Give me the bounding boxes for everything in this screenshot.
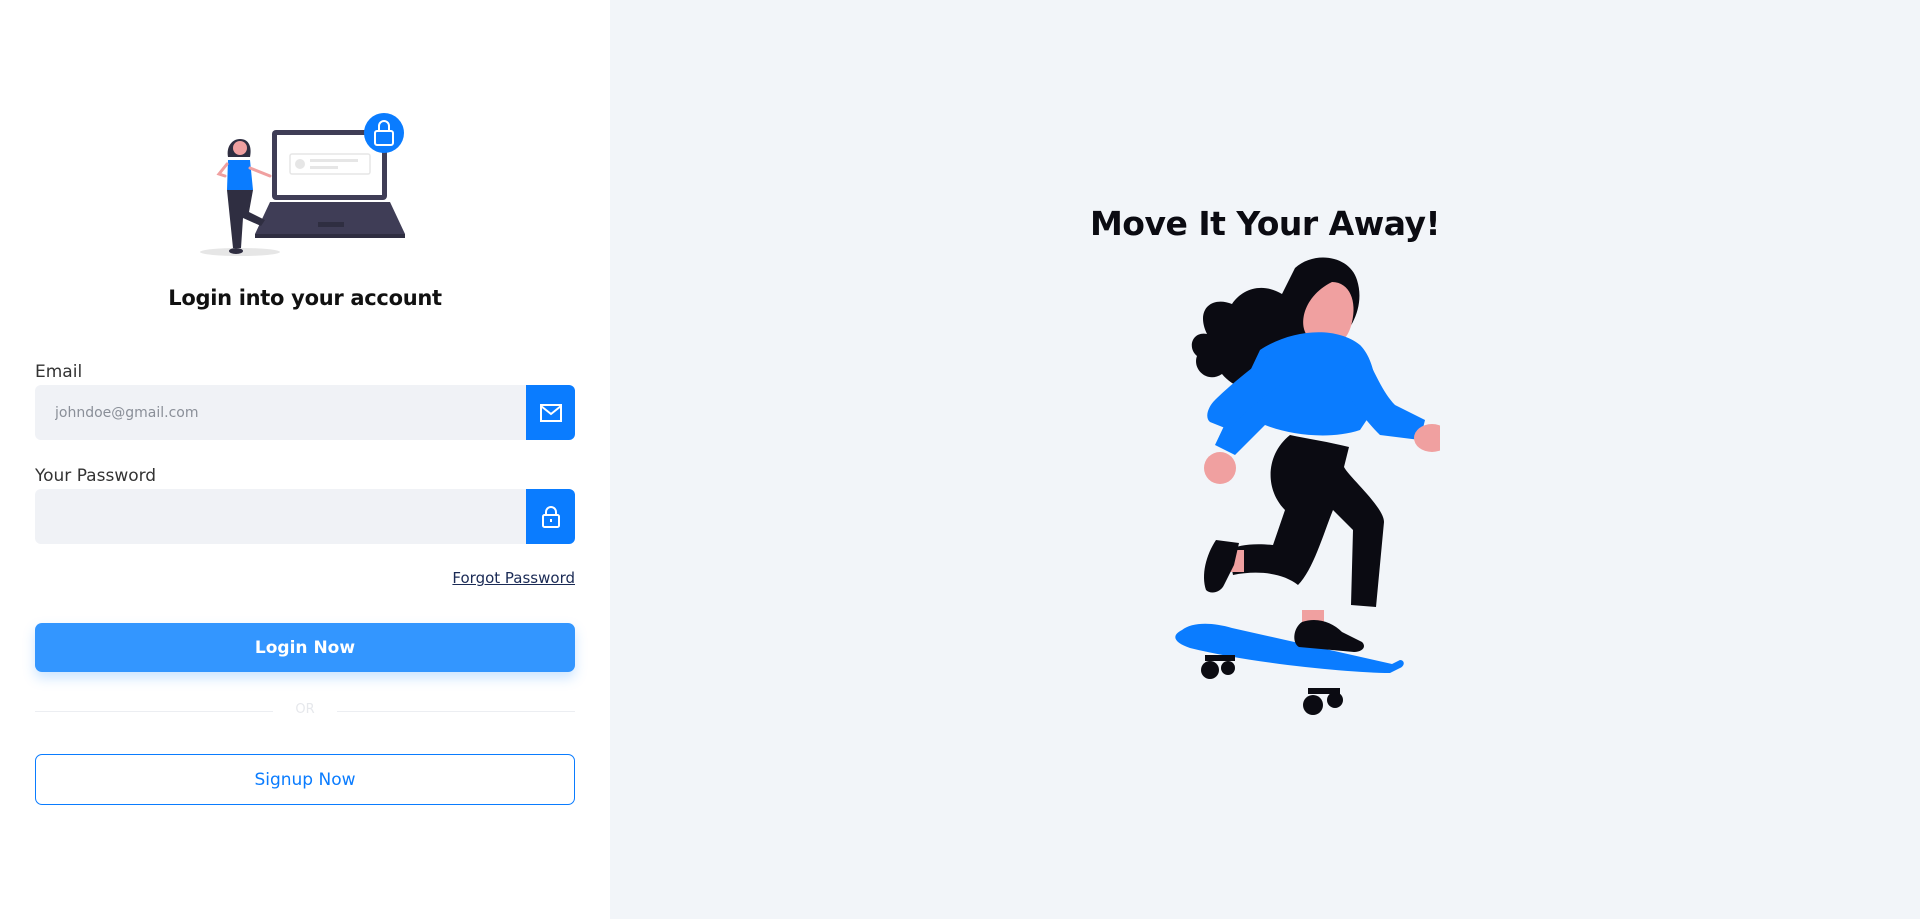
laptop-security-illustration bbox=[200, 113, 405, 256]
hero-panel: Move It Your Away! bbox=[610, 0, 1920, 919]
divider-text: OR bbox=[295, 702, 315, 717]
password-input[interactable] bbox=[35, 489, 526, 544]
divider-line-right bbox=[337, 711, 575, 712]
lock-icon bbox=[526, 489, 575, 544]
password-field-group bbox=[35, 489, 575, 544]
login-panel: Login into your account Email Your Passw… bbox=[0, 0, 610, 919]
email-label: Email bbox=[35, 362, 83, 382]
password-label: Your Password bbox=[35, 466, 157, 486]
or-divider: OR bbox=[35, 702, 575, 722]
forgot-password-link[interactable]: Forgot Password bbox=[452, 569, 575, 587]
login-title: Login into your account bbox=[168, 286, 442, 310]
envelope-icon bbox=[526, 385, 575, 440]
email-field-group bbox=[35, 385, 575, 440]
skateboarder-illustration bbox=[1175, 257, 1440, 715]
email-input[interactable] bbox=[35, 385, 526, 440]
hero-title: Move It Your Away! bbox=[1089, 204, 1441, 243]
login-page: Login into your account Email Your Passw… bbox=[0, 0, 1920, 919]
login-button[interactable]: Login Now bbox=[35, 623, 575, 672]
signup-button[interactable]: Signup Now bbox=[35, 754, 575, 805]
